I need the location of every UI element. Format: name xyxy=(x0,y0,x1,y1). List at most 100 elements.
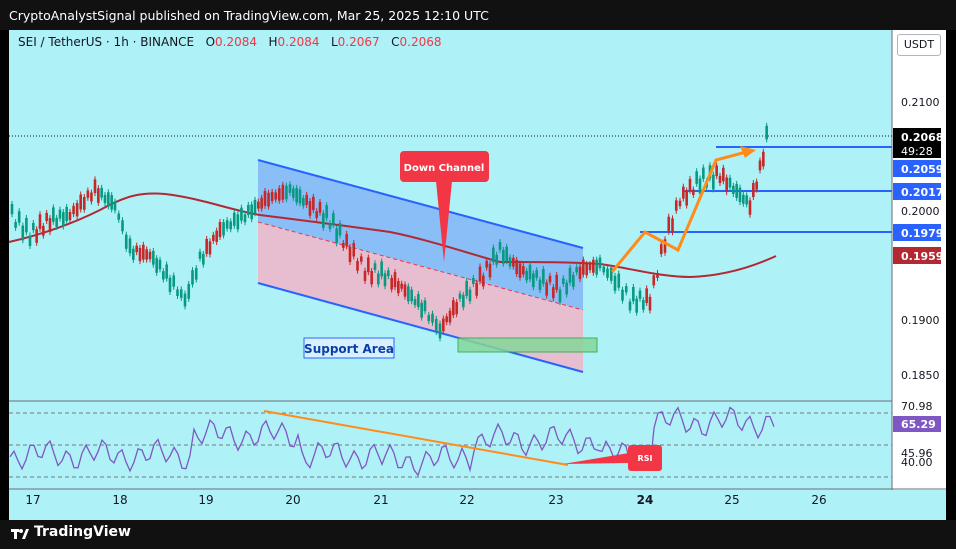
candle-body xyxy=(606,268,609,278)
time-axis-label: 26 xyxy=(811,493,826,507)
candle-body xyxy=(390,277,393,290)
close-label: C xyxy=(391,35,400,49)
symbol-legend[interactable]: SEI / TetherUS · 1h · BINANCE O0.2084 H0… xyxy=(18,35,442,49)
candle-body xyxy=(758,160,762,171)
candle-body xyxy=(168,277,172,292)
rsi-tick: 40.00 xyxy=(901,456,933,469)
candle-body xyxy=(338,223,342,236)
candle-body xyxy=(393,272,397,288)
candle-body xyxy=(17,211,21,223)
candle-body xyxy=(403,284,407,297)
candle-body xyxy=(498,241,502,250)
candle-body xyxy=(478,266,482,282)
candle-body xyxy=(508,257,512,267)
candle-body xyxy=(685,190,688,206)
candle-body xyxy=(431,313,434,323)
candle-countdown: 49:28 xyxy=(901,145,933,158)
candle-body xyxy=(602,266,606,273)
candle-body xyxy=(198,251,202,259)
tradingview-logo-icon[interactable] xyxy=(11,525,29,543)
candle-body xyxy=(82,197,86,210)
candle-body xyxy=(212,234,215,241)
footer-brand[interactable]: TradingView xyxy=(34,524,131,540)
candle-body xyxy=(538,279,542,291)
candle-body xyxy=(97,188,100,203)
candle-body xyxy=(250,204,253,220)
level-value-2: 0.2017 xyxy=(901,186,943,199)
candle-body xyxy=(194,268,198,280)
open-label: O xyxy=(205,35,216,49)
level-value-3: 0.1979 xyxy=(901,227,943,240)
candle-body xyxy=(100,187,103,198)
candle-body xyxy=(42,225,45,236)
candle-body xyxy=(671,218,674,233)
candle-body xyxy=(438,323,442,339)
candle-body xyxy=(155,258,158,273)
rsi-callout-label: RSI xyxy=(638,454,653,463)
candle-body xyxy=(575,267,578,273)
candle-body xyxy=(445,316,448,323)
candle-body xyxy=(295,187,298,203)
support-area-label: Support Area xyxy=(304,342,394,356)
candle-body xyxy=(348,246,352,262)
chart-canvas[interactable]: Down Channel Support Area RSI 0.2100 0.2… xyxy=(0,0,956,549)
candle-body xyxy=(698,178,702,194)
candle-body xyxy=(595,259,598,275)
candle-body xyxy=(90,192,93,202)
candle-body xyxy=(738,187,742,203)
candle-body xyxy=(588,263,592,271)
time-axis-label: 25 xyxy=(724,493,739,507)
candle-body xyxy=(448,310,452,323)
candle-body xyxy=(725,177,728,193)
candle-body xyxy=(107,192,110,207)
candle-body xyxy=(488,263,492,278)
candle-body xyxy=(176,289,179,297)
candle-body xyxy=(659,244,663,255)
candle-body xyxy=(638,290,642,299)
footer-bar xyxy=(0,520,956,549)
candle-body xyxy=(152,250,155,265)
symbol-name: SEI / TetherUS · 1h · BINANCE xyxy=(18,35,195,49)
time-axis-label: 24 xyxy=(637,493,654,507)
candle-body xyxy=(322,213,325,228)
candle-body xyxy=(674,200,678,211)
candle-body xyxy=(555,274,558,290)
candle-body xyxy=(187,283,191,299)
candle-body xyxy=(628,301,632,311)
candle-body xyxy=(277,188,281,201)
candle-body xyxy=(678,200,682,207)
candle-body xyxy=(475,282,478,296)
candle-body xyxy=(65,207,68,221)
candle-body xyxy=(548,275,552,283)
candle-body xyxy=(58,209,62,219)
candle-body xyxy=(652,275,656,286)
candle-body xyxy=(400,283,403,289)
candle-body xyxy=(765,125,768,140)
candle-body xyxy=(383,273,387,287)
currency-button[interactable]: USDT xyxy=(897,34,941,56)
candle-body xyxy=(302,198,305,206)
candle-body xyxy=(397,281,400,294)
candle-body xyxy=(462,294,465,308)
candle-body xyxy=(229,221,233,230)
time-axis: 17 18 19 20 21 22 23 24 25 26 xyxy=(25,493,826,507)
candle-body xyxy=(191,270,194,285)
candle-body xyxy=(288,184,292,193)
candle-body xyxy=(135,245,138,253)
candle-body xyxy=(377,273,380,285)
price-tick: 0.1900 xyxy=(901,314,940,327)
rsi-trendline xyxy=(263,410,569,466)
candle-body xyxy=(748,200,752,215)
time-axis-label: 22 xyxy=(459,493,474,507)
candle-body xyxy=(117,213,121,220)
candle-body xyxy=(205,238,208,254)
candle-body xyxy=(632,286,635,302)
time-axis-label: 23 xyxy=(548,493,563,507)
time-axis-label: 21 xyxy=(373,493,388,507)
candle-body xyxy=(423,300,427,312)
candle-body xyxy=(621,289,624,301)
candle-body xyxy=(562,278,565,284)
candle-body xyxy=(345,233,348,247)
candle-body xyxy=(545,282,548,296)
candle-body xyxy=(281,184,285,200)
